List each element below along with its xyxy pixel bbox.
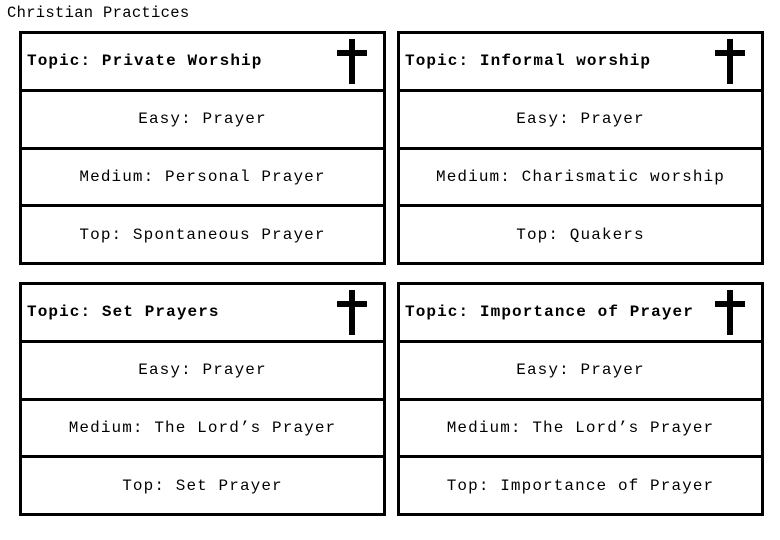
cross-icon <box>337 289 367 335</box>
card-row-top: Top: Quakers <box>400 204 761 262</box>
card-header: Topic: Private Worship <box>22 34 383 89</box>
cross-icon <box>337 38 367 84</box>
top-text: Top: Set Prayer <box>122 476 283 495</box>
easy-text: Easy: Prayer <box>138 110 267 129</box>
card-topic: Topic: Set Prayers <box>27 303 220 322</box>
page-title: Christian Practices <box>7 4 190 22</box>
card-row-medium: Medium: Personal Prayer <box>22 146 383 205</box>
card-row-easy: Easy: Prayer <box>22 88 383 147</box>
card-header: Topic: Importance of Prayer <box>400 285 761 340</box>
card-row-easy: Easy: Prayer <box>22 339 383 398</box>
topic-card-private-worship: Topic: Private Worship Easy: Prayer Medi… <box>19 31 386 265</box>
card-topic: Topic: Informal worship <box>405 52 652 71</box>
cross-icon <box>715 289 745 335</box>
easy-text: Easy: Prayer <box>138 361 267 380</box>
card-header: Topic: Informal worship <box>400 34 761 89</box>
cross-icon <box>715 38 745 84</box>
easy-text: Easy: Prayer <box>516 361 645 380</box>
card-row-medium: Medium: Charismatic worship <box>400 146 761 205</box>
medium-text: Medium: Personal Prayer <box>79 167 326 186</box>
top-text: Top: Quakers <box>516 225 645 244</box>
easy-text: Easy: Prayer <box>516 110 645 129</box>
medium-text: Medium: Charismatic worship <box>436 167 725 186</box>
medium-text: Medium: The Lord’s Prayer <box>446 418 715 437</box>
card-row-top: Top: Importance of Prayer <box>400 455 761 513</box>
card-row-top: Top: Spontaneous Prayer <box>22 204 383 262</box>
card-topic: Topic: Importance of Prayer <box>405 303 694 322</box>
card-row-medium: Medium: The Lord’s Prayer <box>400 397 761 456</box>
card-row-medium: Medium: The Lord’s Prayer <box>22 397 383 456</box>
topic-card-set-prayers: Topic: Set Prayers Easy: Prayer Medium: … <box>19 282 386 516</box>
card-row-easy: Easy: Prayer <box>400 339 761 398</box>
topic-card-informal-worship: Topic: Informal worship Easy: Prayer Med… <box>397 31 764 265</box>
card-row-easy: Easy: Prayer <box>400 88 761 147</box>
card-header: Topic: Set Prayers <box>22 285 383 340</box>
medium-text: Medium: The Lord’s Prayer <box>68 418 337 437</box>
top-text: Top: Importance of Prayer <box>446 476 715 495</box>
card-topic: Topic: Private Worship <box>27 52 263 71</box>
topic-card-importance-of-prayer: Topic: Importance of Prayer Easy: Prayer… <box>397 282 764 516</box>
top-text: Top: Spontaneous Prayer <box>79 225 326 244</box>
card-row-top: Top: Set Prayer <box>22 455 383 513</box>
